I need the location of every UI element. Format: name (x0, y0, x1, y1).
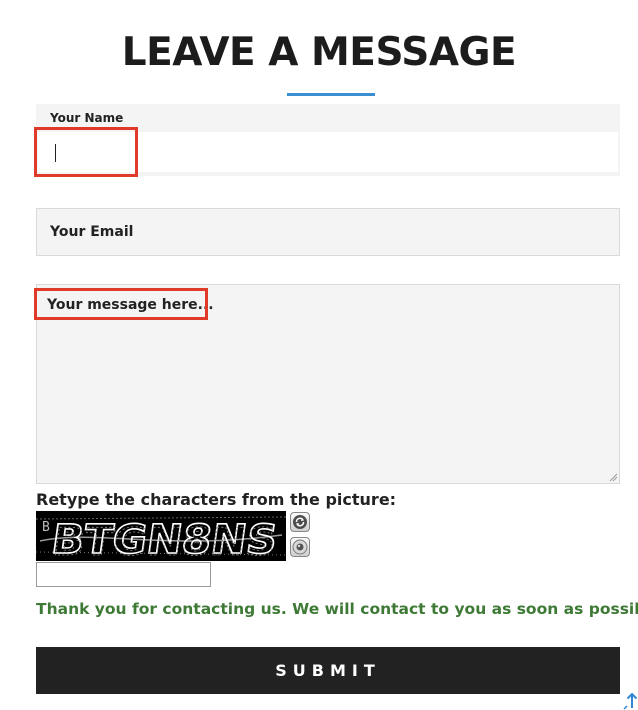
name-field-highlight (34, 127, 138, 177)
arrow-up-icon[interactable] (622, 692, 638, 710)
name-label: Your Name (50, 111, 124, 125)
svg-text:BTGN8NS: BTGN8NS (50, 521, 278, 561)
speaker-icon (292, 539, 308, 555)
email-placeholder: Your Email (50, 224, 134, 240)
success-message: Thank you for contacting us. We will con… (36, 600, 638, 618)
message-field-highlight (34, 288, 208, 320)
resize-grip-icon[interactable] (608, 472, 618, 482)
captcha-input[interactable] (36, 562, 211, 587)
title-underline (287, 93, 375, 96)
svg-text:B: B (42, 520, 50, 535)
page-title: LEAVE A MESSAGE (121, 30, 517, 75)
captcha-image: B BTGN8NS BTGN8NS (36, 511, 286, 561)
submit-button[interactable]: SUBMIT (36, 647, 620, 694)
email-field[interactable]: Your Email (36, 208, 620, 256)
refresh-icon (293, 515, 307, 529)
captcha-refresh-button[interactable] (290, 512, 310, 532)
captcha-audio-button[interactable] (290, 537, 310, 557)
contact-page: LEAVE A MESSAGE Your Name Your Email You… (0, 0, 638, 710)
captcha-prompt: Retype the characters from the picture: (36, 490, 397, 509)
